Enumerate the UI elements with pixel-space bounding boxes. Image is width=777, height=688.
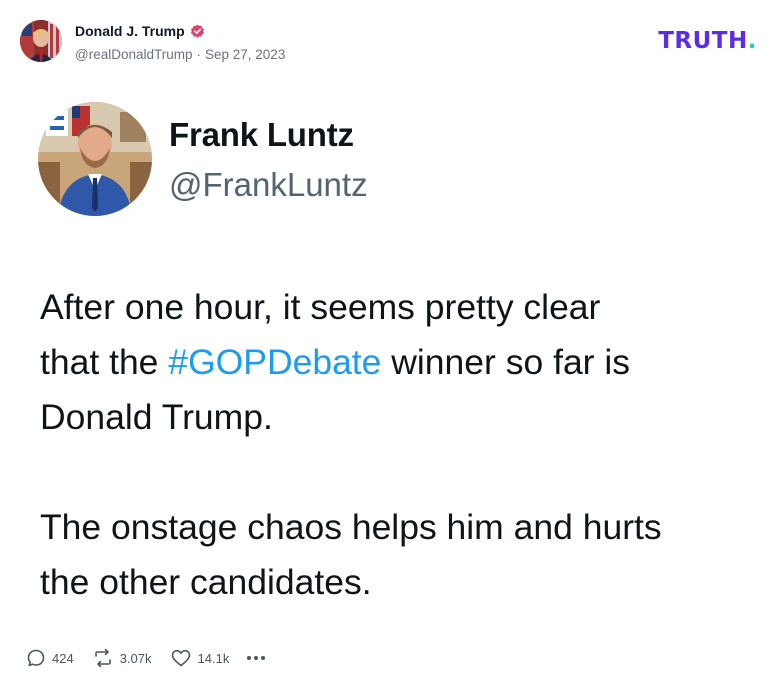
author-avatar[interactable] (20, 20, 62, 62)
verified-badge-icon (190, 24, 205, 39)
embedded-author-handle: @FrankLuntz (169, 166, 368, 203)
author-name-row: Donald J. Trump (75, 23, 205, 39)
like-count: 14.1k (197, 650, 230, 666)
repost-icon (94, 648, 111, 668)
reply-count: 424 (52, 650, 74, 666)
embedded-avatar-image (38, 102, 152, 216)
more-dot (247, 656, 252, 660)
more-dot (261, 656, 266, 660)
author-handle[interactable]: @realDonaldTrump (75, 47, 193, 62)
hashtag-link: #GOPDebate (168, 342, 382, 382)
tweet-line: Donald Trump. (40, 397, 273, 437)
logo-dot: . (747, 28, 757, 54)
like-button[interactable]: 14.1k (170, 648, 230, 668)
embedded-author-avatar (38, 102, 152, 216)
more-options-icon[interactable] (247, 656, 266, 660)
author-avatar-image (20, 20, 62, 62)
logo-text: TRUTH (658, 28, 748, 54)
meta-separator: · (196, 47, 202, 62)
reply-button[interactable]: 424 (26, 648, 74, 668)
tweet-line: The onstage chaos helps him and hurts (40, 507, 662, 547)
embedded-tweet-image[interactable]: Frank Luntz @FrankLuntz After one hour, … (38, 102, 758, 622)
post-header: Donald J. Trump @realDonaldTrump · Sep 2… (20, 20, 757, 66)
post-date[interactable]: Sep 27, 2023 (205, 47, 285, 62)
engagement-bar: 424 3.07k 14.1k (26, 646, 266, 670)
tweet-line: the other candidates. (40, 562, 372, 602)
author-name[interactable]: Donald J. Trump (75, 23, 185, 39)
repost-count: 3.07k (119, 650, 152, 666)
truth-logo[interactable]: TRUTH. (658, 28, 757, 54)
embedded-author-name: Frank Luntz (169, 116, 354, 153)
heart-icon (171, 649, 190, 667)
tweet-line: that the #GOPDebate winner so far is (40, 335, 755, 390)
tweet-line: After one hour, it seems pretty clear (40, 287, 601, 327)
embedded-tweet-text: After one hour, it seems pretty clear th… (40, 280, 755, 610)
post-meta: @realDonaldTrump · Sep 27, 2023 (75, 47, 285, 62)
more-dot (254, 656, 259, 660)
tweet-text-segment: winner so far is (381, 342, 631, 382)
reply-icon (27, 649, 45, 667)
tweet-text-segment: that the (40, 342, 169, 382)
repost-button[interactable]: 3.07k (92, 648, 152, 668)
